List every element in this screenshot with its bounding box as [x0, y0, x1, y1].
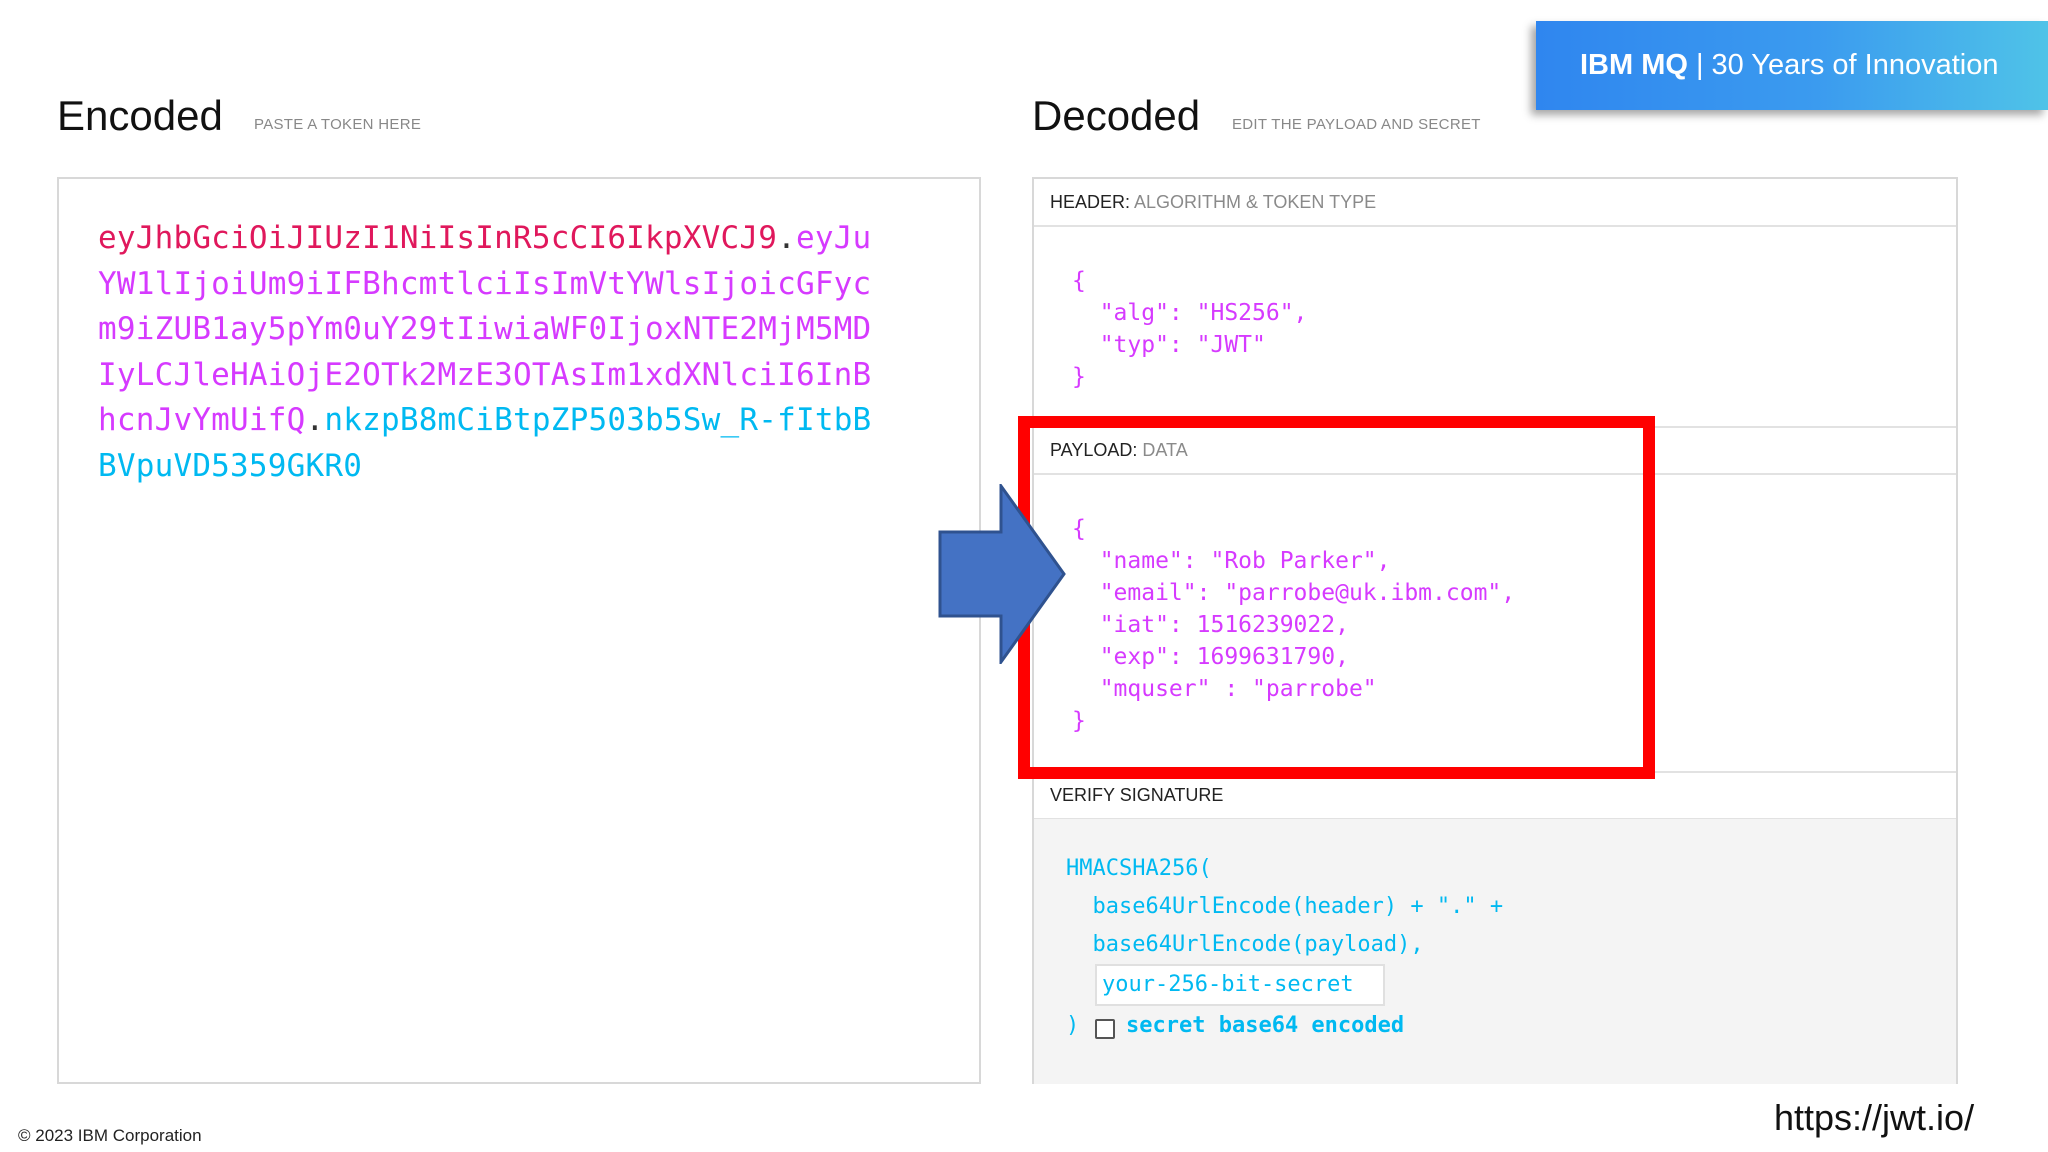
header-json-editor[interactable]: { "alg": "HS256", "typ": "JWT" }	[1072, 265, 1307, 393]
signature-line-1: HMACSHA256(	[1066, 856, 1212, 881]
payload-highlight-box	[1018, 416, 1655, 779]
header-section-sublabel: ALGORITHM & TOKEN TYPE	[1134, 192, 1377, 212]
signature-line-2: base64UrlEncode(header) + "." +	[1066, 894, 1504, 919]
checkbox-label[interactable]: secret base64 encoded	[1126, 1013, 1404, 1038]
signature-section-label: VERIFY SIGNATURE	[1050, 785, 1224, 805]
header-section-label: HEADER:	[1050, 192, 1131, 212]
decoded-title: Decoded	[1032, 92, 1201, 139]
banner-tagline: 30 Years of Innovation	[1711, 49, 1999, 81]
secret-input[interactable]: your-256-bit-secret	[1095, 964, 1385, 1006]
token-header-part: eyJhbGciOiJIUzI1NiIsInR5cCI6IkpXVCJ9	[98, 220, 778, 256]
token-dot: .	[305, 402, 325, 438]
signature-section-title: VERIFY SIGNATURE	[1034, 772, 1956, 820]
ibm-mq-banner: IBM MQ | 30 Years of Innovation	[1536, 21, 2048, 110]
decoded-subtitle: EDIT THE PAYLOAD AND SECRET	[1232, 116, 1481, 133]
copyright-text: © 2023 IBM Corporation	[18, 1126, 202, 1145]
secret-base64-checkbox[interactable]	[1095, 1019, 1115, 1039]
right-arrow-icon	[938, 484, 1066, 664]
encoded-token-text[interactable]: eyJhbGciOiJIUzI1NiIsInR5cCI6IkpXVCJ9.eyJ…	[98, 216, 878, 489]
encoded-title: Encoded	[57, 92, 223, 139]
jwt-url-link[interactable]: https://jwt.io/	[1774, 1097, 1974, 1139]
banner-separator: |	[1695, 49, 1704, 81]
signature-closing: )	[1066, 1013, 1080, 1038]
banner-product: IBM MQ	[1580, 49, 1688, 81]
header-section-title: HEADER: ALGORITHM & TOKEN TYPE	[1034, 179, 1956, 227]
encoded-subtitle: PASTE A TOKEN HERE	[254, 116, 422, 133]
token-dot: .	[777, 220, 796, 256]
signature-line-3: base64UrlEncode(payload),	[1066, 932, 1424, 957]
